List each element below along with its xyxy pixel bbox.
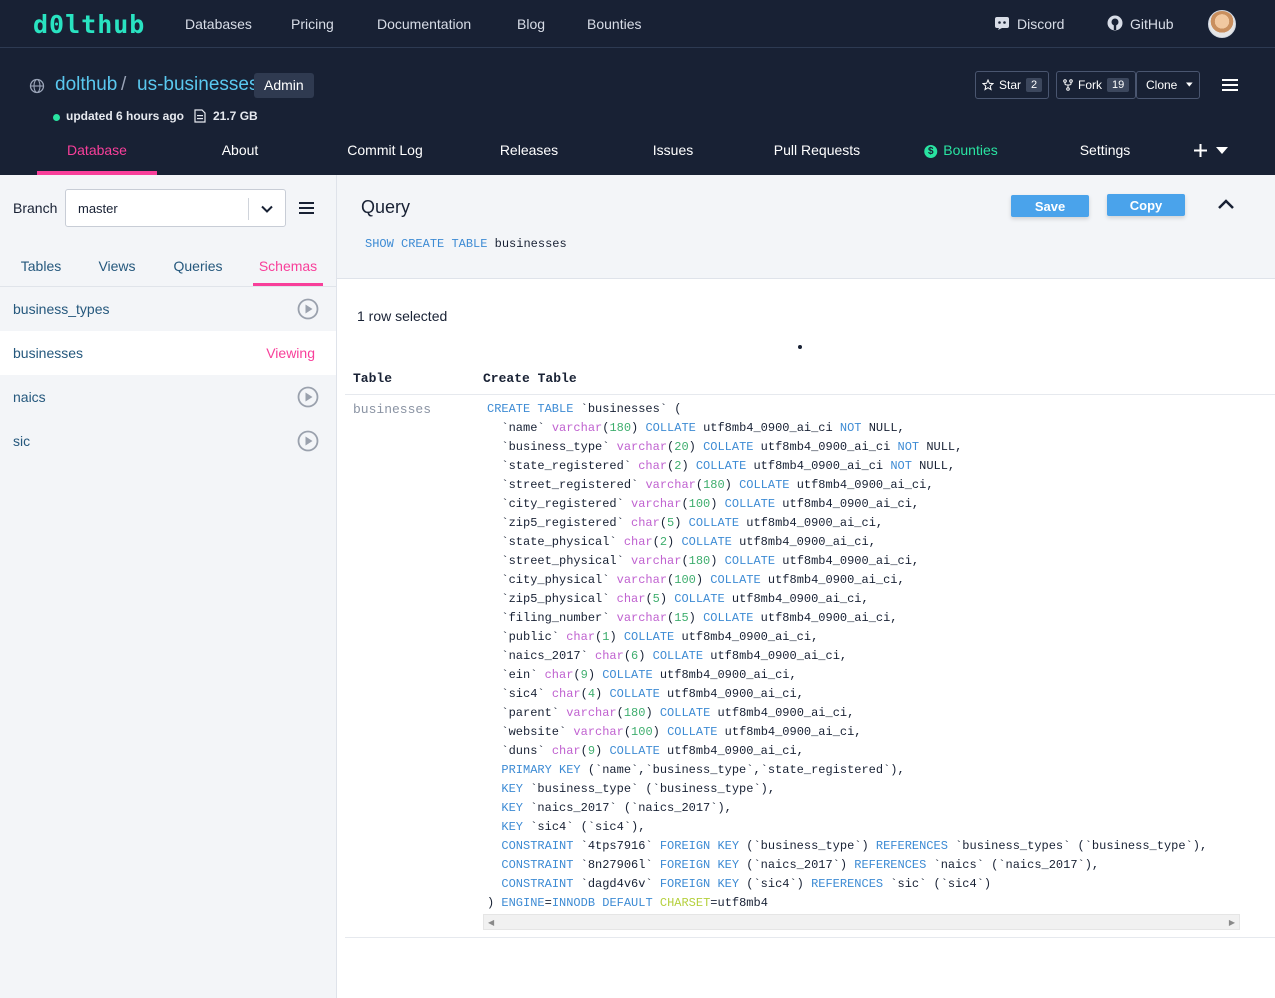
nav-bounties[interactable]: Bounties — [587, 16, 641, 32]
sidebar-tab-views[interactable]: Views — [98, 258, 135, 274]
play-icon[interactable] — [297, 430, 319, 452]
sql-keyword-table: TABLE — [451, 237, 488, 251]
sidebar-tab-queries[interactable]: Queries — [173, 258, 222, 274]
top-nav: d0lthub Databases Pricing Documentation … — [0, 0, 1275, 48]
star-icon — [982, 79, 994, 91]
star-label: Star — [999, 78, 1022, 92]
github-link[interactable]: GitHub — [1130, 16, 1174, 32]
query-title: Query — [361, 197, 411, 217]
table-row-divider — [345, 937, 1275, 938]
tab-bounties-label: Bounties — [943, 142, 998, 158]
select-divider — [248, 198, 249, 220]
sidebar-tab-schemas[interactable]: Schemas — [259, 258, 317, 274]
save-button[interactable]: Save — [1011, 195, 1089, 217]
star-count: 2 — [1026, 78, 1043, 92]
query-panel: Query SHOW CREATE TABLE businesses Save … — [337, 175, 1275, 279]
sql-keyword-show: SHOW — [365, 237, 394, 251]
tab-pull-requests[interactable]: Pull Requests — [774, 142, 860, 158]
scroll-right-arrow-icon[interactable]: ▶ — [1229, 918, 1235, 927]
nav-blog[interactable]: Blog — [517, 16, 545, 32]
breadcrumb-owner[interactable]: dolthub — [55, 74, 117, 96]
clone-label: Clone — [1146, 78, 1178, 92]
status-dot — [53, 114, 60, 121]
tab-releases[interactable]: Releases — [500, 142, 558, 158]
globe-icon — [29, 78, 45, 94]
schema-item-naics[interactable]: naics — [0, 375, 336, 419]
fork-label: Fork — [1078, 78, 1102, 92]
tab-bounties[interactable]: $ Bounties — [924, 142, 998, 158]
nav-documentation[interactable]: Documentation — [377, 16, 471, 32]
schema-sidebar: Branch master Tables Views Queries Schem… — [0, 175, 337, 998]
horizontal-scrollbar[interactable]: ◀ ▶ — [483, 914, 1240, 930]
schema-item-label: business_types — [13, 301, 110, 317]
breadcrumb-separator: / — [121, 74, 127, 95]
scroll-left-arrow-icon[interactable]: ◀ — [488, 918, 494, 927]
breadcrumb-repo[interactable]: us-businesses — [137, 74, 258, 96]
fork-button[interactable]: Fork 19 — [1056, 71, 1137, 99]
admin-badge: Admin — [254, 73, 314, 98]
discord-link[interactable]: Discord — [1017, 16, 1064, 32]
sidebar-menu-icon[interactable] — [299, 201, 315, 215]
nav-pricing[interactable]: Pricing — [291, 16, 334, 32]
schema-item-label: naics — [13, 389, 46, 405]
branch-value: master — [78, 201, 118, 216]
column-header-table: Table — [353, 371, 393, 386]
column-header-create-table: Create Table — [483, 371, 577, 386]
fork-count: 19 — [1107, 78, 1130, 92]
tab-settings[interactable]: Settings — [1080, 142, 1131, 158]
sidebar-tab-tables[interactable]: Tables — [21, 258, 61, 274]
user-avatar[interactable] — [1208, 10, 1236, 38]
branch-label: Branch — [13, 200, 58, 216]
sql-keyword-create: CREATE — [401, 237, 445, 251]
caret-down-icon — [1186, 82, 1193, 87]
cell-table-name: businesses — [353, 402, 432, 417]
chevron-down-icon[interactable] — [260, 202, 274, 216]
tab-database[interactable]: Database — [67, 142, 127, 158]
schema-item-business-types[interactable]: business_types — [0, 287, 336, 331]
nav-databases[interactable]: Databases — [185, 16, 252, 32]
github-icon[interactable] — [1107, 15, 1123, 31]
repo-size: 21.7 GB — [213, 109, 258, 123]
chevron-up-icon[interactable] — [1217, 197, 1235, 211]
add-tab-dropdown-icon[interactable] — [1194, 144, 1228, 157]
storage-icon — [194, 109, 206, 123]
branch-select[interactable]: master — [65, 189, 286, 227]
table-header-divider — [345, 394, 1275, 395]
schema-item-label: sic — [13, 433, 31, 449]
star-button[interactable]: Star 2 — [975, 71, 1050, 99]
create-table-statement[interactable]: CREATE TABLE `businesses` ( `name` varch… — [483, 400, 1240, 914]
dolthub-logo[interactable]: d0lthub — [33, 10, 145, 39]
dollar-icon: $ — [924, 145, 938, 158]
viewing-indicator: Viewing — [266, 345, 315, 361]
rows-selected-text: 1 row selected — [357, 308, 448, 324]
tab-issues[interactable]: Issues — [653, 142, 693, 158]
tab-commit-log[interactable]: Commit Log — [347, 142, 422, 158]
copy-button[interactable]: Copy — [1107, 194, 1185, 216]
discord-icon[interactable] — [994, 15, 1010, 31]
fork-icon — [1063, 79, 1073, 91]
play-icon[interactable] — [297, 298, 319, 320]
schema-item-businesses[interactable]: businesses Viewing — [0, 331, 336, 375]
schema-item-label: businesses — [13, 345, 84, 361]
loading-dot — [798, 345, 802, 349]
menu-icon[interactable] — [1222, 78, 1238, 92]
top-header: d0lthub Databases Pricing Documentation … — [0, 0, 1275, 175]
clone-button[interactable]: Clone — [1136, 71, 1200, 99]
play-icon[interactable] — [297, 386, 319, 408]
tab-about[interactable]: About — [222, 142, 259, 158]
updated-time: updated 6 hours ago — [66, 109, 185, 123]
sql-table-name: businesses — [494, 237, 567, 251]
schema-item-sic[interactable]: sic — [0, 419, 336, 463]
query-sql[interactable]: SHOW CREATE TABLE businesses — [365, 237, 567, 251]
